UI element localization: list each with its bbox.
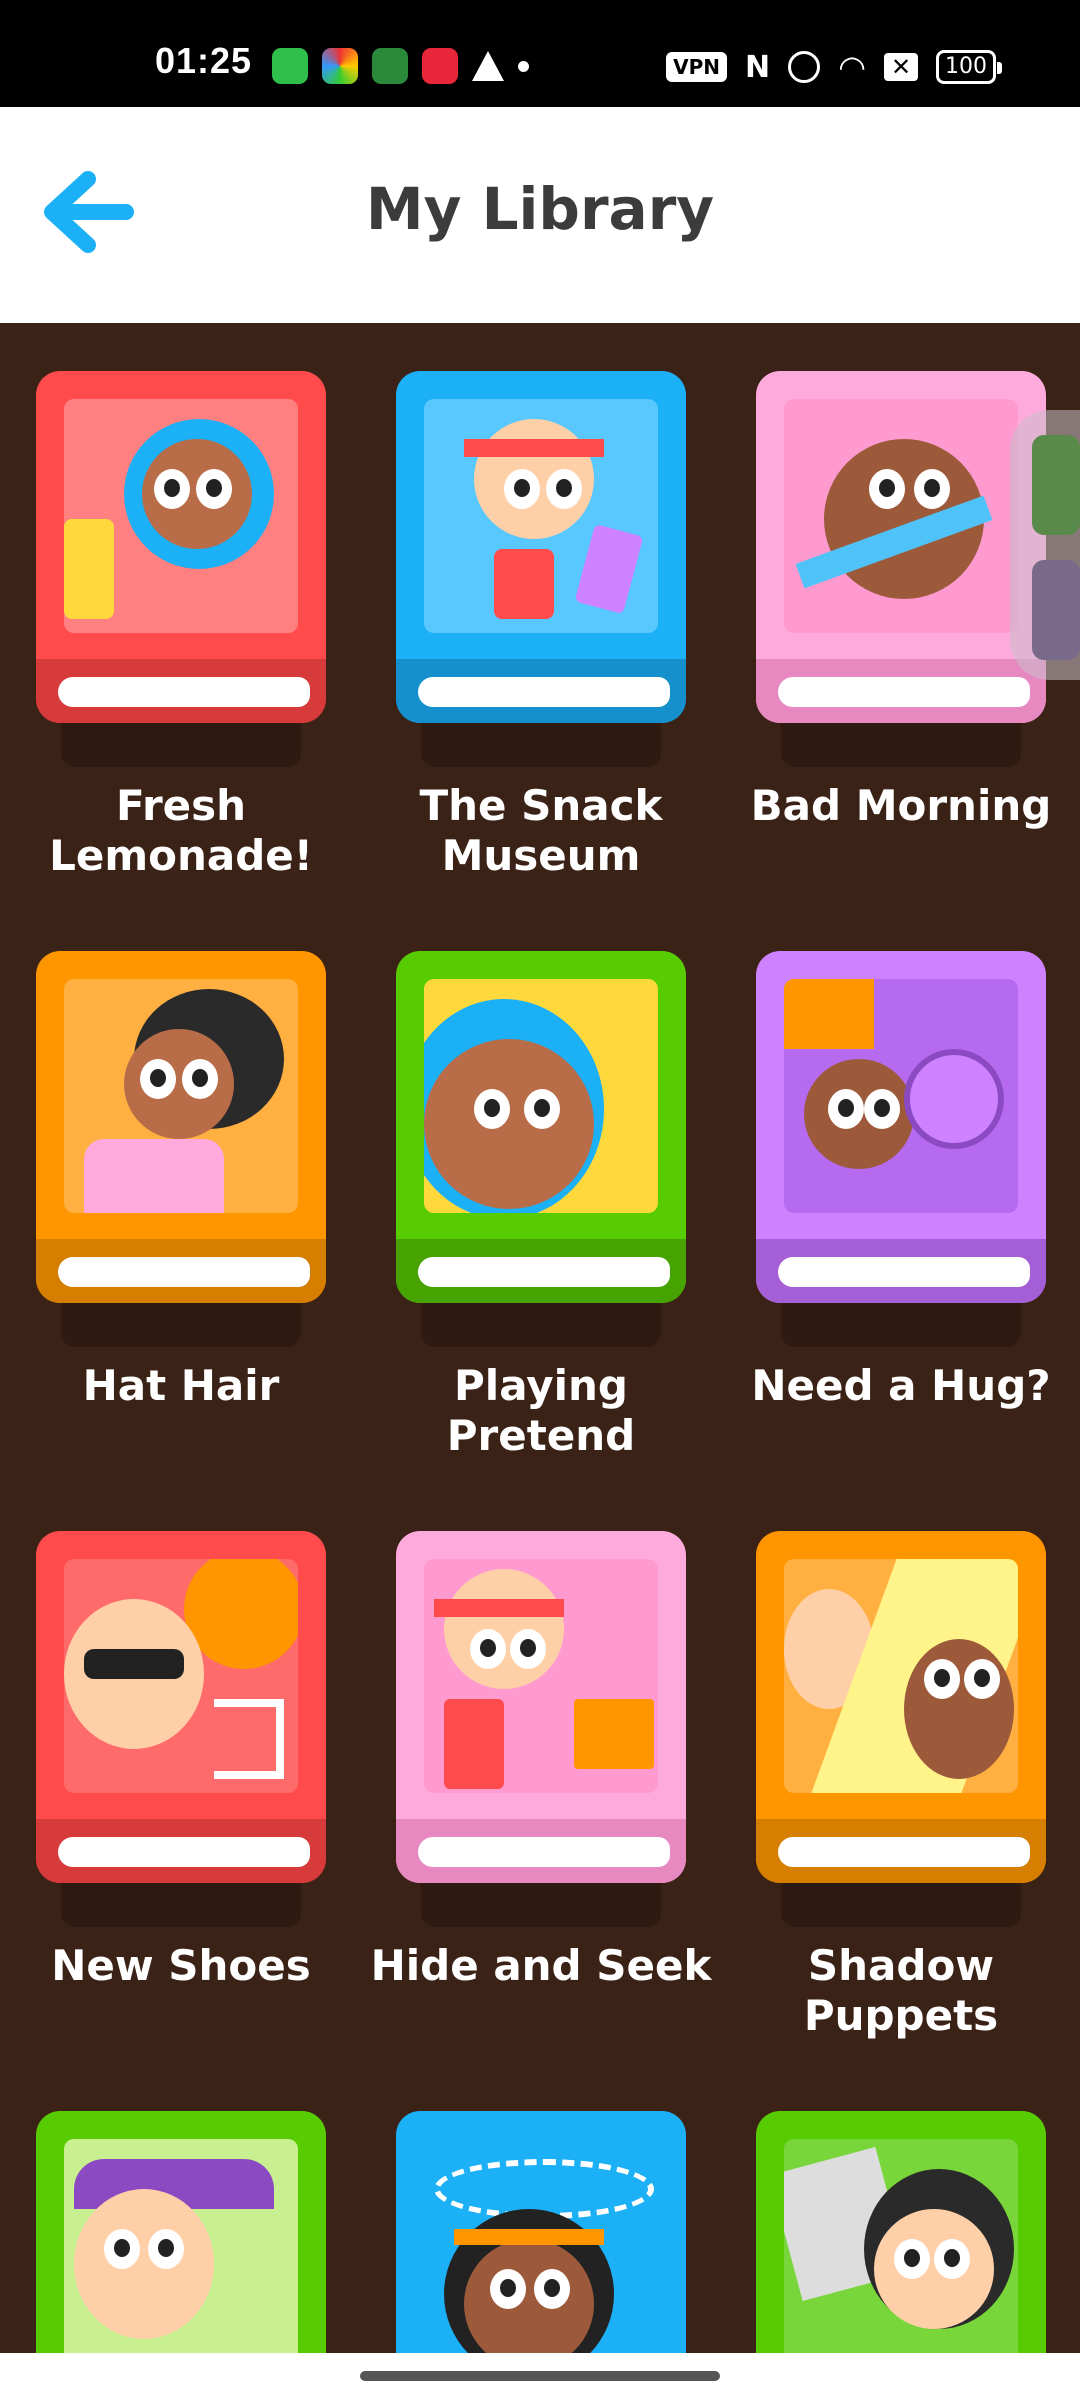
book-shadow-puppets[interactable]: Shadow Puppets (756, 1531, 1046, 2041)
page-title: My Library (365, 175, 715, 243)
book-row4-3[interactable] (756, 2111, 1046, 2353)
cover-illustration (64, 979, 298, 1213)
app-notification-icon (422, 48, 458, 84)
system-icons: VPN N ◠ ✕ 100 (666, 48, 1002, 86)
cover-illustration (784, 2139, 1018, 2353)
cover-illustration (784, 399, 1018, 633)
book-cover[interactable] (756, 951, 1046, 1303)
book-title: Fresh Lemonade! (49, 781, 313, 880)
book-fresh-lemonade[interactable]: Fresh Lemonade! (36, 371, 326, 881)
book-cover[interactable] (756, 2111, 1046, 2353)
book-row4-2[interactable] (396, 2111, 686, 2353)
floating-side-handle[interactable] (1010, 410, 1080, 680)
book-cover[interactable] (756, 1531, 1046, 1883)
book-playing-pretend[interactable]: Playing Pretend (396, 951, 686, 1461)
cover-illustration (784, 979, 1018, 1213)
cover-illustration (64, 399, 298, 633)
app-header: My Library (0, 107, 1080, 323)
book-cover[interactable] (36, 951, 326, 1303)
no-sim-icon: ✕ (884, 53, 918, 81)
book-title: Hide and Seek (370, 1941, 712, 1990)
more-notifications-icon (518, 60, 529, 72)
status-bar: 01:25 VPN N ◠ ✕ 100 (0, 0, 1080, 107)
book-title: Shadow Puppets (803, 1941, 999, 2040)
gesture-nav-bar (0, 2353, 1080, 2400)
status-time: 01:25 (155, 40, 253, 81)
book-title: New Shoes (51, 1941, 311, 1990)
book-title: Playing Pretend (446, 1361, 636, 1460)
vpn-icon: VPN (666, 52, 727, 82)
cover-illustration (424, 399, 658, 633)
book-cover[interactable] (396, 371, 686, 723)
cover-illustration (424, 1559, 658, 1793)
book-hat-hair[interactable]: Hat Hair (36, 951, 326, 1411)
book-title: The Snack Museum (419, 781, 663, 880)
book-title: Need a Hug? (751, 1361, 1051, 1410)
book-cover[interactable] (36, 1531, 326, 1883)
book-cover[interactable] (396, 1531, 686, 1883)
warning-icon (472, 51, 504, 81)
book-the-snack-museum[interactable]: The Snack Museum (396, 371, 686, 881)
app-notification-icon (372, 48, 408, 84)
cover-illustration (64, 1559, 298, 1793)
book-need-a-hug[interactable]: Need a Hug? (751, 951, 1051, 1411)
book-cover[interactable] (36, 371, 326, 723)
battery-icon: 100 (936, 50, 1002, 84)
wifi-icon: ◠ (838, 48, 866, 86)
book-title: Hat Hair (82, 1361, 280, 1410)
book-cover[interactable] (396, 951, 686, 1303)
home-gesture-handle[interactable] (360, 2371, 720, 2381)
book-new-shoes[interactable]: New Shoes (36, 1531, 326, 1991)
cover-illustration (64, 2139, 298, 2353)
book-cover[interactable] (756, 371, 1046, 723)
alarm-icon (788, 51, 821, 83)
cover-illustration (424, 2139, 658, 2353)
book-cover[interactable] (36, 2111, 326, 2353)
book-hide-and-seek[interactable]: Hide and Seek (371, 1531, 711, 1991)
book-cover[interactable] (396, 2111, 686, 2353)
book-title: Bad Morning (750, 781, 1052, 830)
book-bad-morning[interactable]: Bad Morning (751, 371, 1051, 831)
app-notification-icon (272, 48, 308, 84)
library-grid[interactable]: Fresh Lemonade! The Snack Museum Bad Mor… (0, 323, 1080, 2353)
cover-illustration (424, 979, 658, 1213)
nfc-icon: N (744, 49, 771, 85)
book-row4-1[interactable] (36, 2111, 326, 2353)
notification-icons (272, 48, 529, 84)
app-notification-icon (322, 48, 358, 84)
cover-illustration (784, 1559, 1018, 1793)
